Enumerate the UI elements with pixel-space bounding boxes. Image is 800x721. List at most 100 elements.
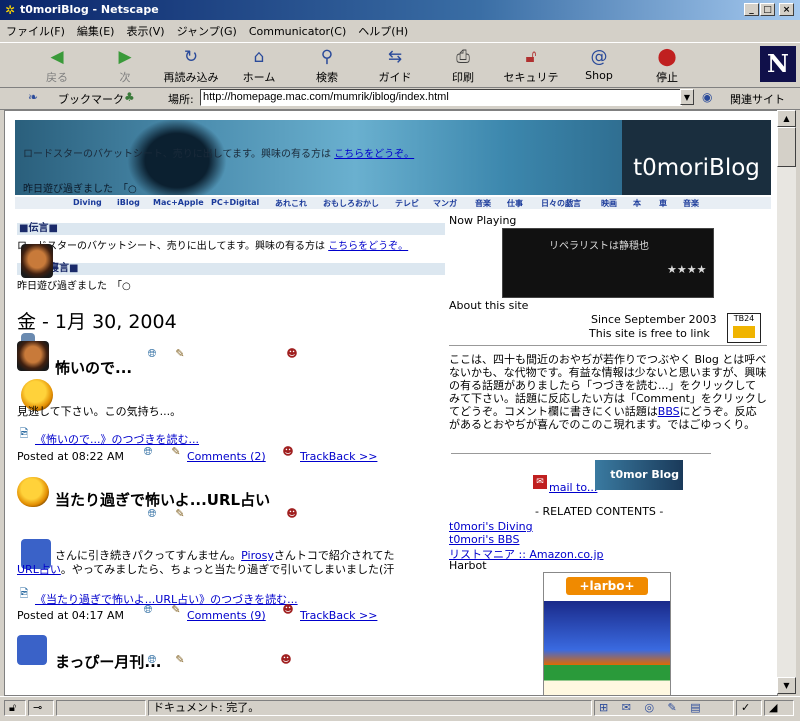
nav-misc[interactable]: あれこれ [275,198,307,209]
nav-tv[interactable]: テレビ [395,198,419,209]
menu-view[interactable]: 表示(V) [120,20,170,39]
menu-help[interactable]: ヘルプ(H) [352,20,414,39]
security-button[interactable]: 🔓︎セキュリティ [500,45,562,100]
user-icon[interactable]: ☻ [285,507,299,521]
note-icon[interactable]: ✎ [173,507,187,521]
mail-icon[interactable]: ✉ [533,475,547,489]
nav-work[interactable]: 仕事 [507,198,523,209]
composer-icon[interactable]: ✎ [668,701,677,714]
nav-movie[interactable]: 映画 [601,198,617,209]
nav-manga[interactable]: マンガ [433,198,457,209]
address-book-icon[interactable]: ▤ [690,701,700,714]
note-icon[interactable]: ✎ [173,347,187,361]
related-diving-link[interactable]: t0mori's Diving [449,520,533,533]
menu-go[interactable]: ジャンプ(G) [171,20,243,39]
print-button[interactable]: ⎙ 印刷 [432,45,494,85]
url-input[interactable]: http://homepage.mac.com/mumrik/iblog/ind… [200,89,682,106]
scroll-up-button[interactable]: ▲ [777,110,796,127]
stop-button[interactable]: ⬤ 停止 [636,45,698,85]
reload-button[interactable]: ↻ 再読み込み [160,45,222,85]
related-bbs-link[interactable]: t0mori's BBS [449,533,519,546]
menu-edit[interactable]: 編集(E) [71,20,121,39]
note-icon[interactable]: ✎ [173,653,187,667]
vertical-scrollbar[interactable]: ▲ ▼ [777,110,796,694]
nav-music2[interactable]: 音楽 [683,198,699,209]
globe-icon[interactable]: 🌐︎ [141,603,155,617]
blog-logo[interactable]: t0moriBlog [622,120,771,195]
globe-icon[interactable]: 🌐︎ [141,445,155,459]
mail-status-icon[interactable]: ✉ [622,701,631,714]
nav-books[interactable]: 本 [633,198,641,209]
post2-read-more-link[interactable]: 《当たり過ぎで怖いよ...URL占い》のつづきを読む... [35,591,298,607]
banner-notice-text: ロードスターのバケットシート、売りに出してます。興味の有る方は [23,149,331,160]
url-fortune-link[interactable]: URL占い [17,563,61,576]
guide-button[interactable]: ⇆ ガイド [364,45,426,85]
navigator-icon[interactable]: ⊞ [599,701,608,714]
globe-icon[interactable]: 🌐︎ [145,507,159,521]
maximize-button[interactable]: □ [760,3,775,16]
shop-button[interactable]: @ Shop [568,45,630,85]
scroll-thumb[interactable] [777,127,796,167]
minimize-button[interactable]: _ [744,3,759,16]
related-contents-heading: - RELATED CONTENTS - [535,505,664,518]
nav-diving[interactable]: Diving [73,198,102,207]
nav-funny[interactable]: おもしろおかし [323,198,379,209]
notice-link[interactable]: こちらをどうぞ。 [328,241,408,252]
globe-icon[interactable]: 🌐︎ [145,653,159,667]
harbot-heading: Harbot [449,559,487,572]
security-padlock-icon[interactable]: ✓ [736,700,762,716]
user-icon[interactable]: ☻ [279,653,293,667]
back-button[interactable]: ◀ 戻る [26,45,88,85]
nav-iblog[interactable]: iBlog [117,198,140,207]
forward-button[interactable]: ▶ 次 [94,45,156,85]
url-dropdown-button[interactable]: ▼ [680,89,694,105]
user-icon[interactable]: ☻ [281,445,295,459]
nav-mac-apple[interactable]: Mac+Apple [153,198,204,207]
nav-car[interactable]: 車 [659,198,667,209]
now-playing-widget[interactable]: リペラリストは静穏也 ★★★★ [502,228,714,298]
mail-link[interactable]: mail to... [549,481,597,494]
since-text: Since September 2003 [591,313,717,326]
guide-label: ガイド [378,71,412,84]
now-playing-rating: ★★★★ [667,263,707,276]
mail-banner[interactable]: t0mor Blog [595,460,683,490]
nav-daily[interactable]: 日々の戯言 [541,198,581,209]
search-button[interactable]: ⚲ 検索 [296,45,358,85]
post2-trackback-link[interactable]: TrackBack >> [300,609,377,622]
security-status-icon[interactable]: 🔓︎ [4,700,26,716]
page-proxy-icon[interactable]: ♣ [124,90,135,104]
post1-trackback-link[interactable]: TrackBack >> [300,450,377,463]
monologue-text: 昨日遊び過ぎました 「○ [17,281,131,292]
print-label: 印刷 [452,71,474,84]
online-status-icon[interactable]: ⊸ [28,700,54,716]
bbs-link[interactable]: BBS [658,405,680,418]
close-button[interactable]: × [779,3,794,16]
user-icon[interactable]: ☻ [285,347,299,361]
user-icon[interactable]: ☻ [281,603,295,617]
nav-music1[interactable]: 音楽 [475,198,491,209]
post1-title: 怖いので... [55,359,133,377]
scroll-down-button[interactable]: ▼ [777,677,796,694]
nav-pc-digital[interactable]: PC+Digital [211,198,259,207]
tb24-badge[interactable]: TB24 [727,313,761,343]
site-description: ここは、四十も間近のおやぢが若作りでつぶやく Blog とは呼べないかも、な代物… [449,353,767,431]
reload-label: 再読み込み [163,71,219,84]
banner-notice-link[interactable]: こちらをどうぞ。 [334,149,414,160]
more-icon: 🖻 [19,587,29,600]
globe-icon[interactable]: 🌐︎ [145,347,159,361]
menu-communicator[interactable]: Communicator(C) [243,22,352,38]
harbot-widget[interactable]: +larbo+ [543,572,671,695]
bookmarks-button[interactable]: ブックマーク [58,91,124,107]
menu-file[interactable]: ファイル(F) [0,20,71,39]
related-sites-button[interactable]: 関連サイト [730,91,785,107]
post1-avatar [17,341,49,371]
note-icon[interactable]: ✎ [169,445,183,459]
netscape-logo[interactable]: N [760,46,796,82]
home-button[interactable]: ⌂ ホーム [228,45,290,85]
post1-comments-link[interactable]: Comments (2) [187,450,266,463]
monologue-heading: 寝言■ [17,263,445,275]
window-title: t0moriBlog - Netscape [20,3,159,16]
post2-comments-link[interactable]: Comments (9) [187,609,266,622]
note-icon[interactable]: ✎ [169,603,183,617]
discussion-icon[interactable]: ◎ [644,701,654,714]
